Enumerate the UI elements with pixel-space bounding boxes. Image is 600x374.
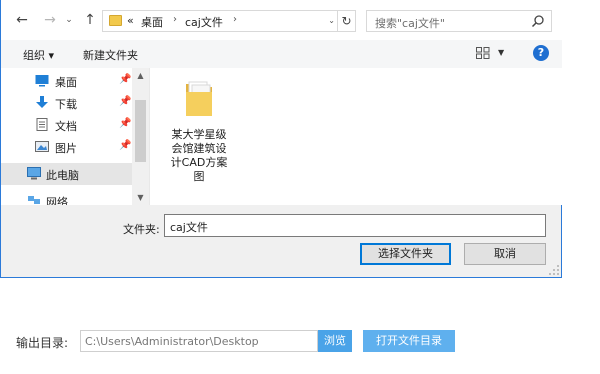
- folder-icon: [109, 15, 122, 26]
- up-arrow-icon[interactable]: ↑: [81, 11, 99, 29]
- nav-item-desktop[interactable]: 桌面 📌: [1, 70, 132, 92]
- browse-button[interactable]: 浏览: [318, 330, 352, 352]
- nav-item-label: 网络: [46, 196, 68, 205]
- folder-label: 文件夹:: [123, 223, 160, 236]
- nav-item-pictures[interactable]: 图片 📌: [1, 136, 132, 158]
- open-directory-button[interactable]: 打开文件目录: [363, 330, 455, 352]
- view-options-icon[interactable]: [476, 47, 490, 59]
- output-directory-input[interactable]: C:\Users\Administrator\Desktop: [80, 330, 318, 352]
- breadcrumb-overflow[interactable]: «: [127, 14, 134, 27]
- breadcrumb-caj[interactable]: caj文件: [185, 14, 223, 30]
- pin-icon[interactable]: 📌: [119, 96, 131, 107]
- breadcrumb-chevron-icon[interactable]: ›: [233, 14, 237, 25]
- recent-locations-chevron-icon[interactable]: ⌄: [63, 11, 75, 29]
- forward-arrow-icon[interactable]: →: [41, 11, 59, 29]
- scrollbar-thumb[interactable]: [135, 100, 146, 162]
- picture-icon: [35, 141, 49, 152]
- network-icon: [28, 196, 40, 204]
- breadcrumb-chevron-icon[interactable]: ›: [173, 14, 177, 25]
- breadcrumb-desktop[interactable]: 桌面: [141, 14, 163, 30]
- search-input[interactable]: 搜索"caj文件": [366, 10, 552, 32]
- resize-grip-icon[interactable]: [548, 264, 560, 276]
- nav-item-label: 文档: [55, 120, 77, 133]
- nav-item-label: 下载: [55, 98, 77, 111]
- select-folder-button[interactable]: 选择文件夹: [360, 243, 451, 265]
- scroll-down-icon[interactable]: ▼: [132, 190, 149, 205]
- address-dropdown-icon[interactable]: ⌄: [328, 16, 335, 25]
- cancel-button[interactable]: 取消: [464, 243, 546, 265]
- document-icon: [36, 118, 48, 131]
- navpane-scrollbar[interactable]: ▲ ▼: [132, 68, 149, 205]
- search-icon: [531, 15, 544, 28]
- nav-item-label: 图片: [55, 142, 77, 155]
- address-row: ← → ⌄ ↑ « 桌面 › caj文件 › ⌄ ↻ 搜索"caj文件": [1, 0, 562, 40]
- pin-icon[interactable]: 📌: [119, 140, 131, 151]
- navigation-pane: 桌面 📌 下载 📌 文档 📌 图片 📌 此电脑 网络 ▲ ▼: [1, 68, 149, 205]
- new-folder-button[interactable]: 新建文件夹: [83, 47, 138, 63]
- back-arrow-icon[interactable]: ←: [13, 11, 31, 29]
- output-directory-label: 输出目录:: [16, 336, 69, 350]
- address-bar[interactable]: « 桌面 › caj文件 › ⌄ ↻: [102, 10, 356, 32]
- nav-item-label: 此电脑: [46, 169, 79, 182]
- nav-item-downloads[interactable]: 下载 📌: [1, 92, 132, 114]
- scroll-up-icon[interactable]: ▲: [132, 68, 149, 83]
- nav-item-label: 桌面: [55, 76, 77, 89]
- refresh-icon[interactable]: ↻: [337, 11, 355, 31]
- nav-item-network[interactable]: 网络: [1, 190, 132, 205]
- folder-picker-dialog: ← → ⌄ ↑ « 桌面 › caj文件 › ⌄ ↻ 搜索"caj文件" 组织 …: [0, 0, 562, 278]
- pin-icon[interactable]: 📌: [119, 118, 131, 129]
- nav-item-this-pc[interactable]: 此电脑: [1, 163, 132, 185]
- pin-icon[interactable]: 📌: [119, 74, 131, 85]
- search-placeholder: 搜索"caj文件": [375, 17, 445, 30]
- folder-item-name: 某大学星级会馆建筑设计CAD方案图: [170, 128, 228, 183]
- folder-item[interactable]: 某大学星级会馆建筑设计CAD方案图: [168, 76, 230, 188]
- help-icon[interactable]: ?: [533, 45, 549, 61]
- folder-name-input[interactable]: caj文件: [164, 214, 546, 237]
- nav-item-documents[interactable]: 文档 📌: [1, 114, 132, 136]
- organize-menu[interactable]: 组织 ▾: [23, 47, 54, 63]
- folder-icon: [186, 81, 212, 116]
- file-list-pane: 某大学星级会馆建筑设计CAD方案图: [149, 68, 562, 205]
- command-toolbar: 组织 ▾ 新建文件夹 ▼ ?: [1, 40, 562, 68]
- computer-icon: [27, 167, 41, 180]
- desktop-icon: [35, 75, 49, 87]
- view-dropdown-icon[interactable]: ▼: [498, 48, 504, 57]
- download-icon: [36, 96, 48, 108]
